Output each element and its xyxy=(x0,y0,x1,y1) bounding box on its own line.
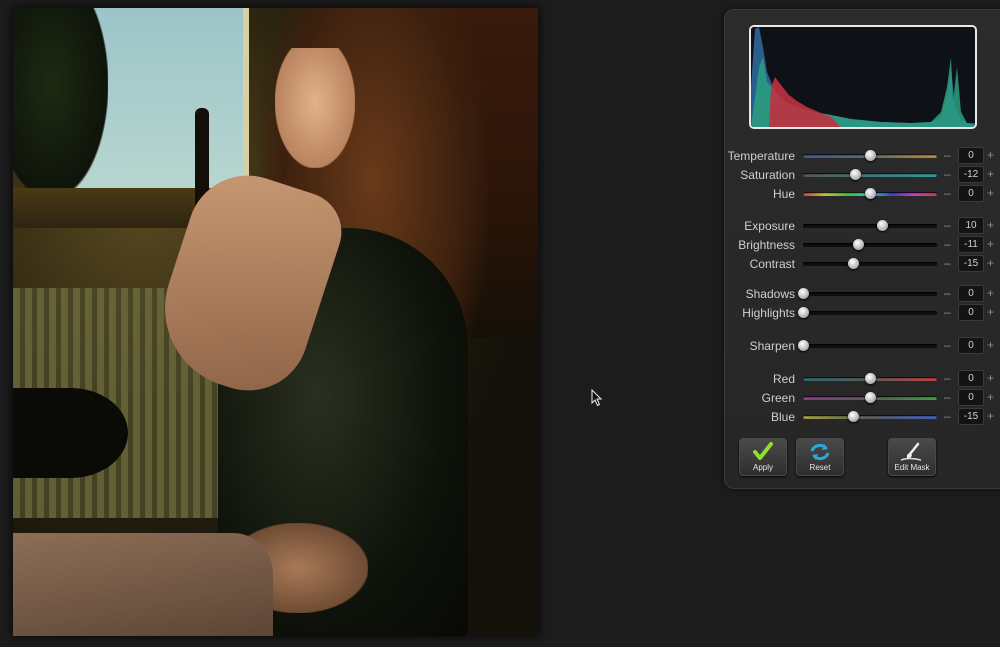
adjustment-row-blue: Blue – -15 + xyxy=(725,408,1000,426)
brightness-label: Brightness xyxy=(738,238,795,252)
histogram-graph xyxy=(751,27,975,127)
highlights-increment-button[interactable]: + xyxy=(987,305,994,319)
adjustment-row-exposure: Exposure –10 + xyxy=(725,217,1000,235)
highlights-decrement-button[interactable]: – xyxy=(944,305,951,319)
adjustment-row-hue: Hue –0 + xyxy=(725,185,1000,203)
contrast-decrement-button[interactable]: – xyxy=(944,256,951,270)
green-value-field[interactable]: 0 xyxy=(958,389,984,406)
highlights-slider[interactable] xyxy=(803,311,937,315)
blue-decrement-button[interactable]: – xyxy=(944,409,951,423)
saturation-slider[interactable] xyxy=(803,173,937,177)
shadows-label: Shadows xyxy=(745,287,795,301)
blue-increment-button[interactable]: + xyxy=(987,409,994,423)
reset-button-label: Reset xyxy=(809,463,831,472)
red-slider-handle[interactable] xyxy=(865,373,876,384)
contrast-label: Contrast xyxy=(749,257,795,271)
sharpen-label: Sharpen xyxy=(749,339,795,353)
red-decrement-button[interactable]: – xyxy=(944,371,951,385)
temperature-label: Temperature xyxy=(727,149,795,163)
sharpen-decrement-button[interactable]: – xyxy=(944,338,951,352)
highlights-slider-handle[interactable] xyxy=(798,307,809,318)
photo-canvas[interactable] xyxy=(13,8,538,636)
sharpen-slider[interactable] xyxy=(803,344,937,348)
highlights-label: Highlights xyxy=(742,306,795,320)
green-label: Green xyxy=(761,391,795,405)
apply-button-label: Apply xyxy=(752,463,773,472)
hue-decrement-button[interactable]: – xyxy=(944,186,951,200)
shadows-value-field[interactable]: 0 xyxy=(958,285,984,302)
hue-value-field[interactable]: 0 xyxy=(958,185,984,202)
temperature-decrement-button[interactable]: – xyxy=(944,148,951,162)
adjustment-row-contrast: Contrast – -15 + xyxy=(725,255,1000,273)
brightness-decrement-button[interactable]: – xyxy=(944,237,951,251)
adjustments-panel: Temperature –0 + Saturation – -12 + Hue –0 + Expos… xyxy=(724,9,1000,489)
brush-icon xyxy=(889,442,935,462)
saturation-slider-handle[interactable] xyxy=(850,169,862,180)
photo-face xyxy=(275,48,355,168)
saturation-decrement-button[interactable]: – xyxy=(944,167,951,181)
adjustment-row-brightness: Brightness – -11 + xyxy=(725,236,1000,254)
contrast-slider-handle[interactable] xyxy=(847,258,859,269)
saturation-increment-button[interactable]: + xyxy=(987,167,994,181)
red-label: Red xyxy=(772,372,795,386)
exposure-label: Exposure xyxy=(744,219,795,233)
adjustment-row-saturation: Saturation – -12 + xyxy=(725,166,1000,184)
adjustment-row-sharpen: Sharpen –0 + xyxy=(725,337,1000,355)
exposure-decrement-button[interactable]: – xyxy=(944,218,951,232)
blue-value-field[interactable]: -15 xyxy=(958,408,984,425)
hue-increment-button[interactable]: + xyxy=(987,186,994,200)
shadows-slider[interactable] xyxy=(803,292,937,296)
saturation-label: Saturation xyxy=(740,168,795,182)
red-value-field[interactable]: 0 xyxy=(958,370,984,387)
blue-slider[interactable] xyxy=(803,415,937,419)
hue-slider-handle[interactable] xyxy=(865,188,876,199)
temperature-increment-button[interactable]: + xyxy=(987,148,994,162)
contrast-increment-button[interactable]: + xyxy=(987,256,994,270)
brightness-slider[interactable] xyxy=(803,243,937,247)
apply-button[interactable]: Apply xyxy=(739,438,787,476)
shadows-increment-button[interactable]: + xyxy=(987,286,994,300)
photo-lamp-shade xyxy=(13,388,128,478)
exposure-slider[interactable] xyxy=(803,224,937,228)
sharpen-increment-button[interactable]: + xyxy=(987,338,994,352)
reset-button[interactable]: Reset xyxy=(796,438,844,476)
blue-slider-handle[interactable] xyxy=(847,411,859,422)
brightness-slider-handle[interactable] xyxy=(852,239,864,250)
brightness-increment-button[interactable]: + xyxy=(987,237,994,251)
sharpen-slider-handle[interactable] xyxy=(798,340,809,351)
brightness-value-field[interactable]: -11 xyxy=(958,236,984,253)
exposure-value-field[interactable]: 10 xyxy=(958,217,984,234)
adjustment-row-green: Green –0 + xyxy=(725,389,1000,407)
photo-tree xyxy=(13,8,108,198)
adjustment-row-shadows: Shadows –0 + xyxy=(725,285,1000,303)
refresh-icon xyxy=(797,442,843,462)
sharpen-value-field[interactable]: 0 xyxy=(958,337,984,354)
green-increment-button[interactable]: + xyxy=(987,390,994,404)
histogram xyxy=(749,25,977,129)
green-decrement-button[interactable]: – xyxy=(944,390,951,404)
exposure-increment-button[interactable]: + xyxy=(987,218,994,232)
blue-label: Blue xyxy=(770,410,795,424)
photo-leg xyxy=(13,533,273,636)
edit-mask-button-label: Edit Mask xyxy=(894,463,930,472)
adjustment-row-highlights: Highlights –0 + xyxy=(725,304,1000,322)
green-slider-handle[interactable] xyxy=(865,392,876,403)
adjustment-row-temperature: Temperature –0 + xyxy=(725,147,1000,165)
temperature-slider-handle[interactable] xyxy=(865,150,876,161)
saturation-value-field[interactable]: -12 xyxy=(958,166,984,183)
mouse-pointer-icon xyxy=(591,388,603,407)
contrast-slider[interactable] xyxy=(803,262,937,266)
contrast-value-field[interactable]: -15 xyxy=(958,255,984,272)
highlights-value-field[interactable]: 0 xyxy=(958,304,984,321)
shadows-slider-handle[interactable] xyxy=(798,288,809,299)
edit-mask-button[interactable]: Edit Mask xyxy=(888,438,936,476)
red-increment-button[interactable]: + xyxy=(987,371,994,385)
hue-label: Hue xyxy=(772,187,795,201)
checkmark-icon xyxy=(740,442,786,462)
shadows-decrement-button[interactable]: – xyxy=(944,286,951,300)
adjustment-row-red: Red –0 + xyxy=(725,370,1000,388)
exposure-slider-handle[interactable] xyxy=(877,220,889,231)
temperature-value-field[interactable]: 0 xyxy=(958,147,984,164)
